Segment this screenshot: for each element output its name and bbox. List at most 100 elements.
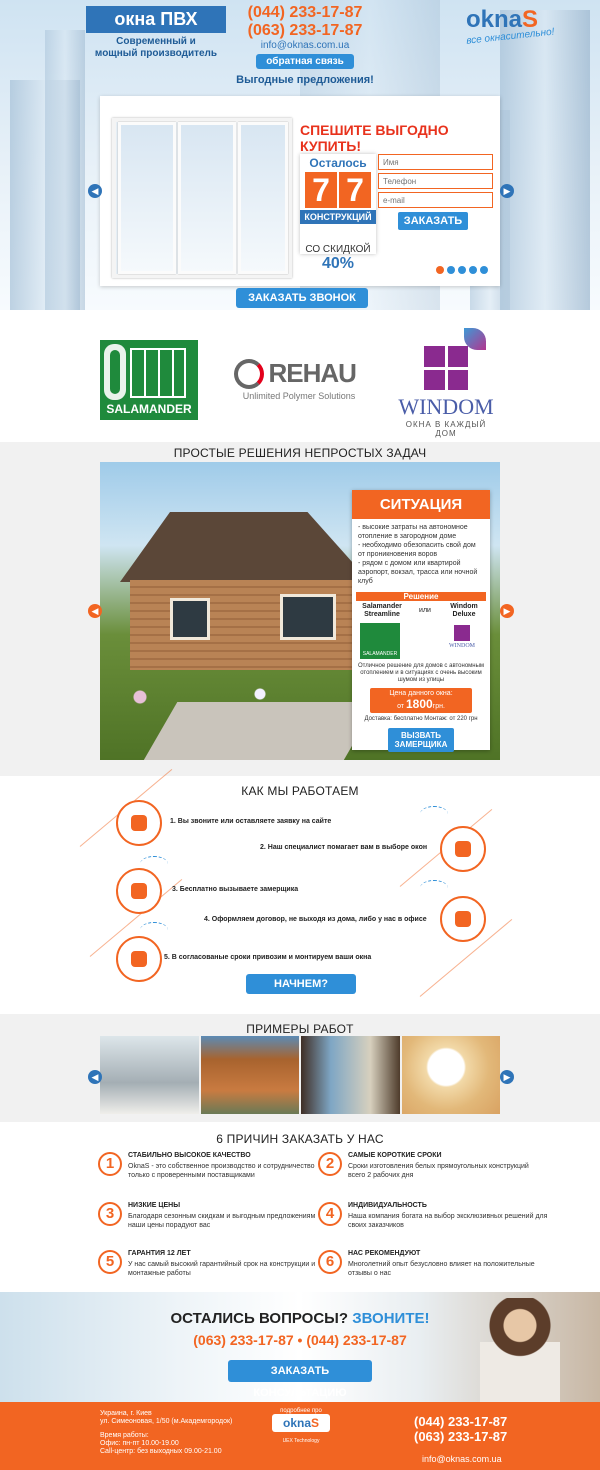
brand-subtitle-1: Современный и (116, 36, 196, 47)
example-photo[interactable] (301, 1036, 400, 1114)
reason-item: 6 НАС РЕКОМЕНДУЮТ Многолетний опыт безус… (318, 1250, 558, 1290)
windom-squares-icon (454, 625, 470, 641)
windom-logo: WINDOM ОКНА В КАЖДЫЙ ДОМ (396, 328, 496, 438)
window-icon (130, 348, 186, 398)
solution-label: Решение (356, 592, 486, 601)
footer-logo[interactable]: подробнее про oknaS UEX Technology (272, 1408, 330, 1444)
windom-name: WINDOM (398, 394, 494, 419)
slider-dot[interactable] (458, 266, 466, 274)
callback-button[interactable]: ЗАКАЗАТЬ ЗВОНОК (236, 288, 368, 308)
count-unit: КОНСТРУКЦИЙ (300, 210, 376, 224)
rehau-logo: REHAU Unlimited Polymer Solutions (234, 358, 364, 401)
phone-request-icon (116, 800, 162, 846)
step-5: 5. В согласованые сроки привозим и монти… (164, 954, 372, 961)
solutions-next-arrow-icon[interactable]: ▶ (500, 604, 514, 618)
discount-block: СО СКИДКОЙ 40% (300, 244, 376, 273)
order-button[interactable]: ЗАКАЗАТЬ (398, 212, 468, 230)
example-photo[interactable] (100, 1036, 199, 1114)
promo-title: СПЕШИТЕ ВЫГОДНО КУПИТЬ! (300, 122, 449, 154)
salamander-name: SALAMANDER (106, 402, 192, 416)
email-input[interactable] (378, 192, 493, 208)
header-phone-1[interactable]: (044) 233-17-87 (240, 4, 370, 22)
examples-gallery (100, 1036, 500, 1114)
example-photo[interactable] (200, 1036, 299, 1114)
reason-heading: НИЗКИЕ ЦЕНЫ (128, 1202, 181, 1209)
name-input[interactable] (378, 154, 493, 170)
brands-section: SALAMANDER REHAU Unlimited Polymer Solut… (0, 310, 600, 442)
start-button[interactable]: НАЧНЕМ? (246, 974, 356, 994)
count-digit: 7 (305, 172, 337, 208)
solutions-prev-arrow-icon[interactable]: ◀ (88, 604, 102, 618)
reason-item: 3 НИЗКИЕ ЦЕНЫ Благодаря сезонным скидкам… (98, 1202, 338, 1242)
slider-dots (436, 266, 488, 274)
reason-item: 5 ГАРАНТИЯ 12 ЛЕТ У нас самый высокий га… (98, 1250, 338, 1290)
situation-bullet: - необходимо обезопасить свой дом от про… (358, 542, 476, 558)
reason-text: У нас самый высокий гарантийный срок на … (128, 1261, 316, 1277)
situation-card: СИТУАЦИЯ - высокие затраты на автономное… (352, 490, 490, 752)
footer-more-label: подробнее про (280, 1408, 322, 1414)
reason-item: 1 СТАБИЛЬНО ВЫСОКОЕ КАЧЕСТВО OknaS - это… (98, 1152, 338, 1192)
slider-prev-arrow-icon[interactable]: ◀ (88, 184, 102, 198)
slider-dot[interactable] (469, 266, 477, 274)
slider-dot[interactable] (480, 266, 488, 274)
feedback-button[interactable]: обратная связь (256, 54, 354, 69)
brand-logo[interactable]: окна ПВХ Современный и мощный производит… (86, 6, 226, 59)
arrow-curve-icon (420, 880, 448, 896)
mini-windom-logo: WINDOM (442, 623, 482, 659)
contract-icon (440, 896, 486, 942)
solutions-title: ПРОСТЫЕ РЕШЕНИЯ НЕПРОСТЫХ ЗАДАЧ (173, 446, 427, 460)
reason-heading: ИНДИВИДУАЛЬНОСТЬ (348, 1202, 427, 1209)
discount-value: 40% (321, 255, 355, 272)
reason-text: OknaS - это собственное производство и с… (128, 1163, 315, 1179)
how-we-work-section: КАК МЫ РАБОТАЕМ 1. Вы звоните или оставл… (0, 768, 600, 1014)
window-sash (118, 122, 176, 274)
slider-dot[interactable] (436, 266, 444, 274)
reason-heading: НАС РЕКОМЕНДУЮТ (348, 1250, 421, 1257)
reason-number: 3 (98, 1202, 122, 1226)
phone-input[interactable] (378, 173, 493, 189)
house-window (170, 598, 210, 640)
header-phone-2[interactable]: (063) 233-17-87 (240, 22, 370, 40)
examples-title: ПРИМЕРЫ РАБОТ (246, 1022, 354, 1036)
delivery-info: Доставка: бесплатно Монтаж: от 220 грн (364, 716, 478, 722)
windom-tagline: ОКНА В КАЖДЫЙ ДОМ (405, 420, 487, 438)
reason-number: 5 (98, 1250, 122, 1274)
call-measurer-button[interactable]: ВЫЗВАТЬ ЗАМЕРЩИКА (388, 728, 454, 752)
house-roof (120, 512, 370, 582)
option-salamander: Salamander Streamline (362, 603, 402, 618)
questions-section: ОСТАЛИСЬ ВОПРОСЫ? ЗВОНИТЕ! (063) 233-17-… (0, 1292, 600, 1402)
house-window (280, 594, 336, 640)
hero-section: окна ПВХ Современный и мощный производит… (0, 0, 600, 310)
call-accent: ЗВОНИТЕ! (352, 1310, 430, 1327)
gallery-next-arrow-icon[interactable]: ▶ (500, 1070, 514, 1084)
or-label: или (419, 607, 431, 614)
gallery-prev-arrow-icon[interactable]: ◀ (88, 1070, 102, 1084)
step-3: 3. Бесплатно вызываете замерщика (172, 886, 299, 893)
header-contacts: (044) 233-17-87 (063) 233-17-87 info@okn… (240, 4, 370, 69)
slider-dot[interactable] (447, 266, 455, 274)
footer-email[interactable]: info@oknas.com.ua (422, 1454, 502, 1464)
example-photo[interactable] (401, 1036, 500, 1114)
price-badge: Цена данного окна: от 1800грн. (370, 688, 472, 713)
questions-phones[interactable]: (063) 233-17-87 • (044) 233-17-87 (0, 1332, 600, 1348)
delivery-truck-icon (116, 936, 162, 982)
step-4: 4. Оформляем договор, не выходя из дома,… (204, 916, 427, 923)
how-title: КАК МЫ РАБОТАЕМ (241, 784, 359, 798)
oknas-logo[interactable]: oknaS все окнасительно! (466, 6, 576, 47)
step-1: 1. Вы звоните или оставляете заявку на с… (170, 818, 332, 825)
option-windom: Windom Deluxe (450, 603, 478, 618)
footer-phone-1[interactable]: (044) 233-17-87 (414, 1414, 507, 1429)
footer-phone-2[interactable]: (063) 233-17-87 (414, 1429, 507, 1444)
slider-next-arrow-icon[interactable]: ▶ (500, 184, 514, 198)
mini-salamander-logo: SALAMANDER (360, 623, 400, 659)
brand-title: окна ПВХ (86, 6, 226, 33)
situation-bullet: - рядом с домом или квартирой аэропорт, … (358, 560, 478, 585)
header-email[interactable]: info@oknas.com.ua (240, 40, 370, 51)
count-digit: 7 (339, 172, 371, 208)
consultation-button[interactable]: ЗАКАЗАТЬ КОНСУЛЬТАЦИЮ (228, 1360, 372, 1399)
price-value: 1800 (405, 697, 433, 711)
reasons-title: 6 ПРИЧИН ЗАКАЗАТЬ У НАС (216, 1132, 384, 1146)
measurer-icon (116, 868, 162, 914)
step-2: 2. Наш специалист помагает вам в выборе … (260, 844, 428, 851)
price-label: Цена данного окна: (389, 690, 453, 697)
